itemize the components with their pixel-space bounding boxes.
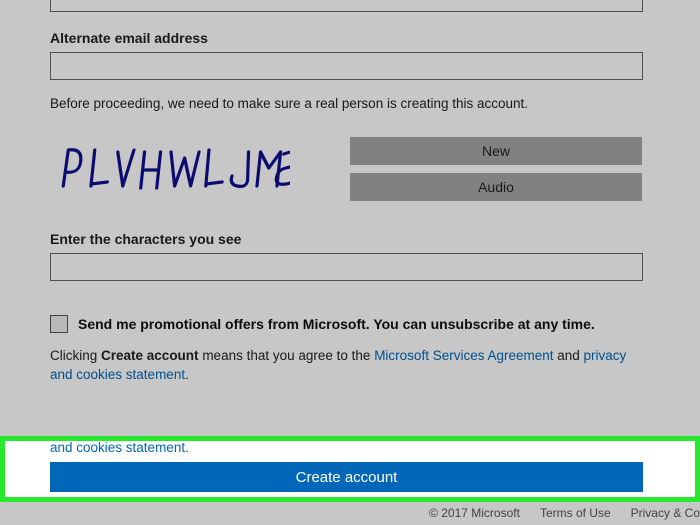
services-agreement-link[interactable]: Microsoft Services Agreement [374,348,553,363]
captcha-audio-button[interactable]: Audio [350,173,642,201]
captcha-new-button[interactable]: New [350,137,642,165]
footer: © 2017 Microsoft Terms of Use Privacy & … [429,506,700,520]
promo-checkbox[interactable] [50,315,68,333]
footer-privacy-link[interactable]: Privacy & Co [631,506,700,520]
prev-input[interactable] [50,0,643,12]
promo-label: Send me promotional offers from Microsof… [78,316,595,332]
captcha-note: Before proceeding, we need to make sure … [50,96,650,111]
create-account-button[interactable]: Create account [50,462,643,492]
captcha-input[interactable] [50,253,643,281]
enter-chars-label: Enter the characters you see [50,231,650,247]
alt-email-input[interactable] [50,52,643,80]
cookies-tail: and cookies statement. [50,440,189,455]
footer-terms-link[interactable]: Terms of Use [540,506,611,520]
captcha-image [50,133,300,203]
alt-email-label: Alternate email address [50,30,650,46]
footer-copyright: © 2017 Microsoft [429,506,520,520]
cookies-link[interactable]: and cookies statement. [50,440,189,455]
agreement-text: Clicking Create account means that you a… [50,347,650,385]
